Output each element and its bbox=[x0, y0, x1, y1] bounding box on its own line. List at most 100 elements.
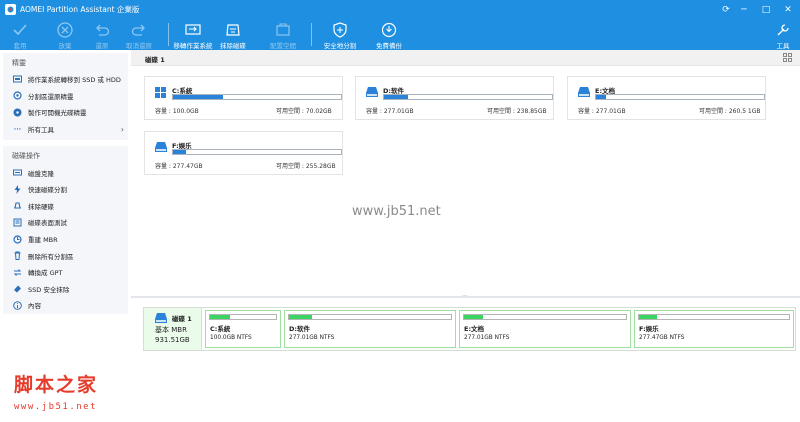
rebuild-mbr-icon bbox=[13, 234, 22, 244]
backup-icon bbox=[381, 22, 397, 38]
sidebar-item-label: 重建 MBR bbox=[28, 236, 58, 245]
wizards-panel: 精靈 將作業系統轉移到 SSD 或 HDD 分割區還原精靈 製作可開機光碟精靈 … bbox=[3, 53, 128, 141]
free-backup-button[interactable]: 免費備份 bbox=[374, 19, 404, 50]
tools-button[interactable]: 工具 bbox=[770, 19, 796, 50]
sidebar-item-delete-all-partitions[interactable]: 刪除所有分割區 bbox=[3, 247, 128, 264]
more-icon: ··· bbox=[13, 125, 22, 134]
redo-button[interactable]: 取消還原 bbox=[122, 19, 156, 50]
usage-bar bbox=[172, 149, 342, 155]
allocate-space-label: 配置空間 bbox=[270, 42, 296, 50]
partition-card-f[interactable]: F:娱乐 容量 : 277.47GB 可用空間 : 255.28GB bbox=[144, 131, 343, 175]
partition-card-e[interactable]: E:文档 容量 : 277.01GB 可用空間 : 260.5 1GB bbox=[567, 76, 766, 120]
sidebar-item-wipe-disk[interactable]: 抹除硬碟 bbox=[3, 198, 128, 215]
sidebar-item-all-tools[interactable]: ··· 所有工具 › bbox=[3, 121, 128, 138]
sidebar-item-migrate-os[interactable]: 將作業系統轉移到 SSD 或 HDD bbox=[3, 71, 128, 88]
site-logo-url: www.jb51.net bbox=[14, 402, 98, 412]
redo-icon bbox=[131, 24, 145, 36]
usage-bar bbox=[638, 314, 790, 320]
sidebar-item-label: 內容 bbox=[28, 302, 41, 311]
disk-icon bbox=[155, 313, 167, 325]
pane-splitter[interactable]: ··· bbox=[131, 293, 800, 300]
migrate-os-icon bbox=[185, 24, 201, 35]
migrate-os-label: 移轉作業系統 bbox=[173, 42, 213, 50]
usage-bar bbox=[288, 314, 452, 320]
undo-label: 還原 bbox=[95, 42, 109, 50]
undo-button[interactable]: 還原 bbox=[87, 19, 117, 50]
wipe-disk-button[interactable]: 抹除磁碟 bbox=[218, 19, 248, 50]
usage-bar-fill bbox=[210, 315, 230, 319]
watermark-text: www.jb51.net bbox=[352, 204, 441, 219]
usage-bar-fill bbox=[173, 95, 224, 99]
wipe-disk-label: 抹除磁碟 bbox=[220, 42, 246, 50]
drive-icon bbox=[155, 142, 167, 154]
close-button[interactable]: ✕ bbox=[778, 0, 798, 19]
free-space-text: 可用空間 : 70.02GB bbox=[276, 108, 332, 115]
grip-icon: ··· bbox=[462, 293, 468, 300]
refresh-icon[interactable]: ⟳ bbox=[716, 0, 736, 19]
discard-button[interactable]: 放棄 bbox=[50, 19, 80, 50]
capacity-text: 容量 : 277.47GB bbox=[155, 163, 203, 170]
partition-size: 277.01GB NTFS bbox=[289, 335, 335, 341]
apply-button[interactable]: 套用 bbox=[5, 19, 35, 50]
discard-label: 放棄 bbox=[58, 42, 72, 50]
sidebar-item-partition-recovery[interactable]: 分割區還原精靈 bbox=[3, 88, 128, 105]
drive-icon bbox=[578, 87, 590, 99]
usage-bar-fill bbox=[464, 315, 484, 319]
secure-partition-button[interactable]: 安全地分割 bbox=[322, 19, 358, 50]
partition-card-d[interactable]: D:软件 容量 : 277.01GB 可用空間 : 238.85GB bbox=[355, 76, 554, 120]
restore-button[interactable]: □ bbox=[756, 0, 776, 19]
sidebar-item-rebuild-mbr[interactable]: 重建 MBR bbox=[3, 231, 128, 248]
disk-map-partition-c[interactable]: C:系統 100.0GB NTFS bbox=[205, 310, 281, 348]
disk-map-partition-d[interactable]: D:软件 277.01GB NTFS bbox=[284, 310, 456, 348]
discard-icon bbox=[57, 22, 73, 38]
sidebar-item-convert-gpt[interactable]: 轉換成 GPT bbox=[3, 264, 128, 281]
usage-bar-fill bbox=[596, 95, 607, 99]
undo-icon bbox=[96, 24, 110, 36]
partition-size: 277.47GB NTFS bbox=[639, 335, 685, 341]
shield-icon bbox=[333, 22, 347, 38]
sidebar: 精靈 將作業系統轉移到 SSD 或 HDD 分割區還原精靈 製作可開機光碟精靈 … bbox=[3, 53, 128, 422]
bootable-media-icon bbox=[13, 108, 22, 117]
sidebar-item-quick-partition[interactable]: 快速磁碟分割 bbox=[3, 181, 128, 198]
sidebar-item-clone-disk[interactable]: 磁盤克隆 bbox=[3, 164, 128, 181]
wipe-disk-icon bbox=[13, 201, 22, 210]
quick-partition-icon bbox=[13, 184, 22, 194]
sidebar-item-label: 刪除所有分割區 bbox=[28, 252, 74, 261]
toolbar: 套用 放棄 還原 取消還原 移轉作業系統 抹除磁碟 配置空間 安全地分割 免費備… bbox=[0, 19, 800, 50]
sidebar-item-label: 製作可開機光碟精靈 bbox=[28, 109, 87, 118]
usage-bar-fill bbox=[173, 150, 187, 154]
redo-label: 取消還原 bbox=[126, 42, 152, 50]
usage-bar bbox=[172, 94, 342, 100]
sidebar-item-label: 轉換成 GPT bbox=[28, 269, 63, 278]
app-window: AOMEI Partition Assistant 企業版 ⟳ ─ □ ✕ 套用… bbox=[0, 0, 800, 422]
usage-bar bbox=[209, 314, 277, 320]
sidebar-item-label: 磁盤克隆 bbox=[28, 169, 54, 178]
disk-map-partition-f[interactable]: F:娱乐 277.47GB NTFS bbox=[634, 310, 794, 348]
sidebar-item-surface-test[interactable]: 磁碟表面測試 bbox=[3, 214, 128, 231]
disk-map-partition-e[interactable]: E:文档 277.01GB NTFS bbox=[459, 310, 631, 348]
sidebar-item-ssd-erase[interactable]: SSD 安全抹除 bbox=[3, 281, 128, 298]
sidebar-item-label: 將作業系統轉移到 SSD 或 HDD bbox=[28, 76, 121, 85]
partition-name: F:娱乐 bbox=[639, 325, 659, 333]
allocate-space-button[interactable]: 配置空間 bbox=[266, 19, 300, 50]
disk-header: 磁碟 1 bbox=[131, 50, 800, 66]
capacity-text: 容量 : 277.01GB bbox=[366, 108, 414, 115]
free-space-text: 可用空間 : 238.85GB bbox=[487, 108, 547, 115]
toolbar-divider bbox=[311, 23, 312, 46]
minimize-button[interactable]: ─ bbox=[734, 0, 754, 19]
sidebar-item-label: 分割區還原精靈 bbox=[28, 92, 74, 101]
sidebar-item-label: 所有工具 bbox=[28, 126, 54, 135]
migrate-os-button[interactable]: 移轉作業系統 bbox=[173, 19, 213, 50]
sidebar-item-properties[interactable]: 內容 bbox=[3, 297, 128, 314]
window-title: AOMEI Partition Assistant 企業版 bbox=[20, 5, 140, 14]
apply-label: 套用 bbox=[13, 42, 27, 50]
convert-gpt-icon bbox=[13, 268, 22, 277]
ssd-erase-icon bbox=[13, 284, 22, 293]
layout-view-icon[interactable] bbox=[783, 53, 792, 64]
sidebar-item-label: SSD 安全抹除 bbox=[28, 285, 70, 294]
secure-partition-label: 安全地分割 bbox=[323, 42, 357, 50]
disk-info[interactable]: 磁碟 1 基本 MBR 931.51GB bbox=[144, 308, 202, 350]
partition-card-c[interactable]: C:系統 容量 : 100.0GB 可用空間 : 70.02GB bbox=[144, 76, 343, 120]
disk-name: 磁碟 1 bbox=[172, 315, 192, 323]
sidebar-item-bootable-media[interactable]: 製作可開機光碟精靈 bbox=[3, 104, 128, 121]
